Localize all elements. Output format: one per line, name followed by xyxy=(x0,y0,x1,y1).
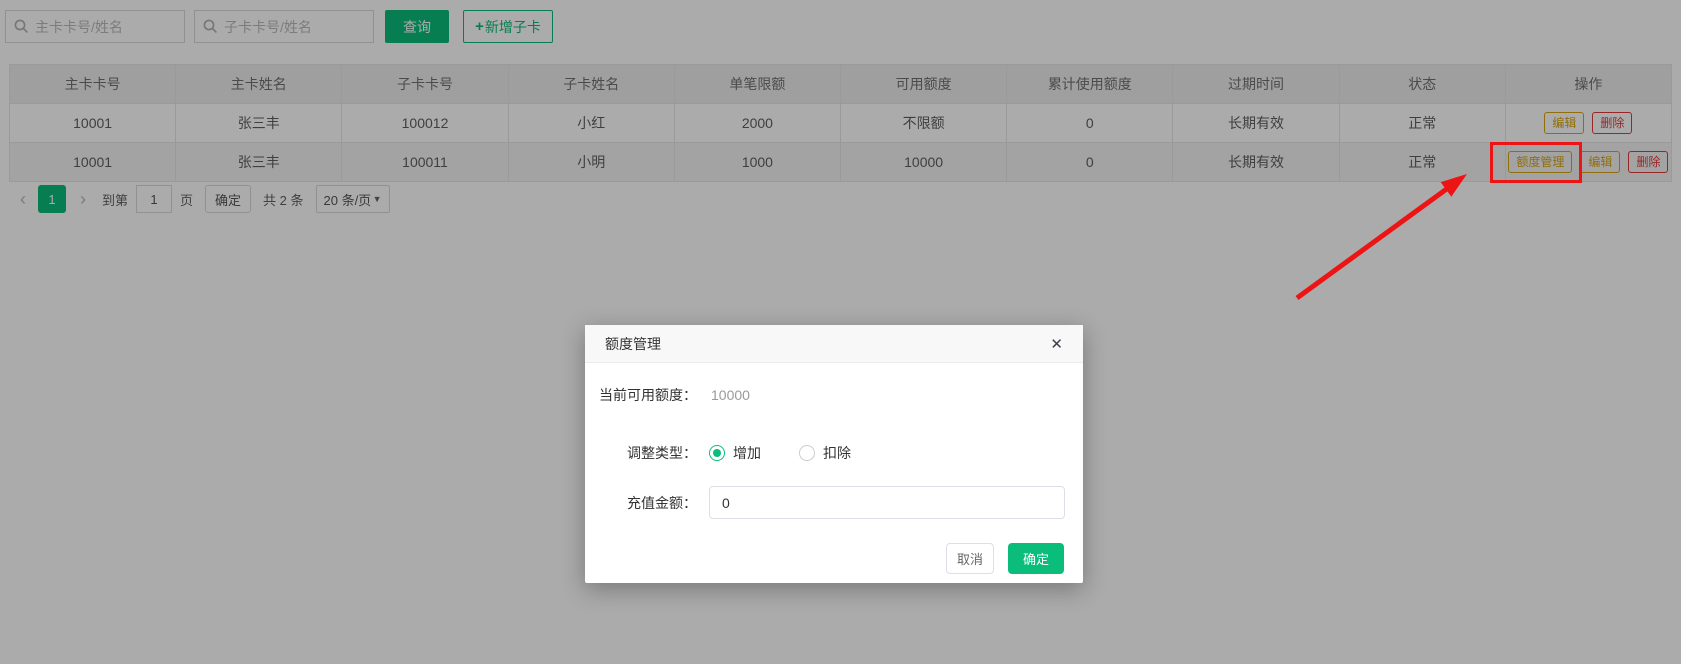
current-quota-value: 10000 xyxy=(711,387,750,403)
dialog-title: 额度管理 xyxy=(605,335,661,352)
radio-circle-icon xyxy=(799,445,815,461)
radio-circle-icon xyxy=(709,445,725,461)
cancel-button[interactable]: 取消 xyxy=(946,543,994,574)
close-icon[interactable]: ✕ xyxy=(1050,335,1063,353)
adjust-type-row: 调整类型： 增加 扣除 xyxy=(585,443,1083,463)
quota-management-dialog: 额度管理 ✕ 当前可用额度： 10000 调整类型： 增加 扣除 充值金额： 取… xyxy=(585,325,1083,583)
radio-increase[interactable]: 增加 xyxy=(709,443,761,463)
current-quota-row: 当前可用额度： 10000 xyxy=(585,385,1083,405)
radio-increase-label: 增加 xyxy=(733,445,761,461)
radio-deduct-label: 扣除 xyxy=(823,445,851,461)
confirm-button[interactable]: 确定 xyxy=(1008,543,1064,574)
amount-input[interactable] xyxy=(709,486,1065,519)
adjust-type-radio-group: 增加 扣除 xyxy=(709,443,851,463)
dialog-footer: 取消 确定 xyxy=(946,543,1064,574)
amount-label: 充值金额： xyxy=(627,494,697,511)
dialog-header: 额度管理 ✕ xyxy=(585,325,1083,363)
adjust-type-label: 调整类型： xyxy=(627,445,697,461)
amount-row: 充值金额： xyxy=(585,486,1083,519)
radio-deduct[interactable]: 扣除 xyxy=(799,443,851,463)
current-quota-label: 当前可用额度： xyxy=(599,387,697,403)
